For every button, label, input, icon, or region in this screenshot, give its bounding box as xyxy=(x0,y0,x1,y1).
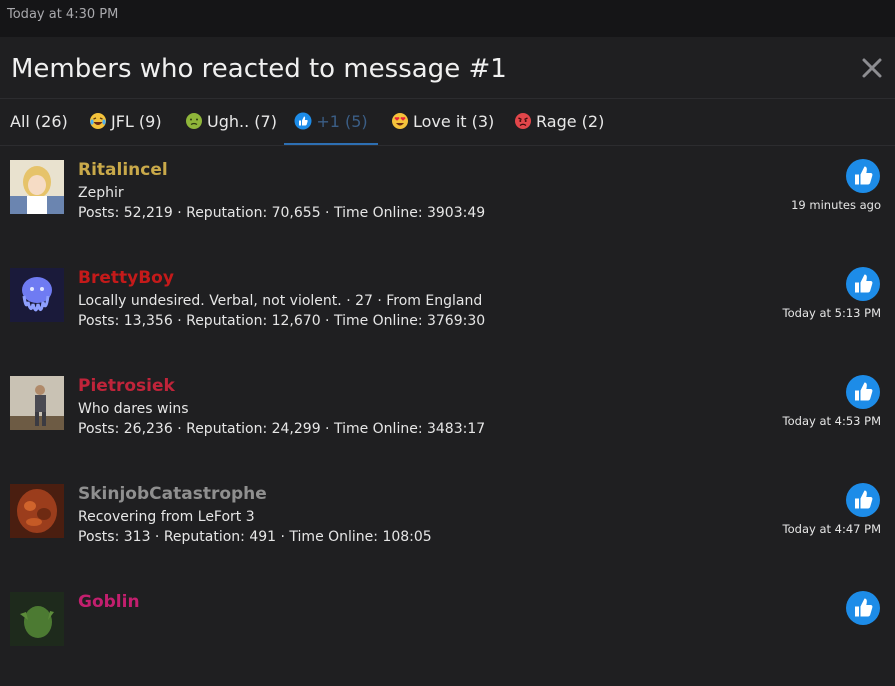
angry-emoji-icon xyxy=(515,113,531,129)
member-title: Zephir xyxy=(78,185,124,201)
reaction-time: Today at 5:13 PM xyxy=(782,306,881,320)
nauseated-emoji-icon xyxy=(186,113,202,129)
tab-label: Rage (2) xyxy=(536,112,605,131)
tab-label: All (26) xyxy=(10,112,68,131)
avatar[interactable] xyxy=(10,484,64,538)
reaction-time: 19 minutes ago xyxy=(791,198,881,212)
member-title: Locally undesired. Verbal, not violent. … xyxy=(78,293,483,309)
heart-eyes-emoji-icon xyxy=(392,113,408,129)
tab-label: JFL (9) xyxy=(111,112,162,131)
member-row: SkinjobCatastrophe Recovering from LeFor… xyxy=(0,470,895,579)
member-stats: Posts: 52,219 · Reputation: 70,655 · Tim… xyxy=(78,205,486,221)
thumbs-up-icon xyxy=(846,267,880,301)
member-name[interactable]: Pietrosiek xyxy=(78,376,175,396)
thumbs-up-icon xyxy=(846,159,880,193)
tab-rage[interactable]: Rage (2) xyxy=(514,99,604,143)
tab-love-it[interactable]: Love it (3) xyxy=(391,99,494,143)
dialog-header: Members who reacted to message #1 xyxy=(0,37,895,99)
member-stats: Posts: 313 · Reputation: 491 · Time Onli… xyxy=(78,529,432,545)
reaction-time: Today at 4:53 PM xyxy=(782,414,881,428)
member-row: Pietrosiek Who dares wins Posts: 26,236 … xyxy=(0,362,895,471)
close-icon[interactable] xyxy=(859,55,885,81)
member-title: Who dares wins xyxy=(78,401,189,417)
member-name[interactable]: SkinjobCatastrophe xyxy=(78,484,267,504)
laughing-crying-emoji-icon xyxy=(90,113,106,129)
top-bar-timestamp: Today at 4:30 PM xyxy=(7,7,119,22)
avatar[interactable] xyxy=(10,160,64,214)
member-name[interactable]: BrettyBoy xyxy=(78,268,174,288)
avatar[interactable] xyxy=(10,376,64,430)
member-row: BrettyBoy Locally undesired. Verbal, not… xyxy=(0,254,895,363)
reaction-tabs: All (26) JFL (9) Ugh.. (7) +1 (5) Love i… xyxy=(0,99,895,146)
member-name[interactable]: Goblin xyxy=(78,592,140,612)
tab-label: Love it (3) xyxy=(413,112,495,131)
dialog-title: Members who reacted to message #1 xyxy=(11,54,507,84)
member-title: Recovering from LeFort 3 xyxy=(78,509,255,525)
tab-ugh[interactable]: Ugh.. (7) xyxy=(185,99,277,143)
tab-jfl[interactable]: JFL (9) xyxy=(89,99,162,143)
thumbs-up-icon xyxy=(846,375,880,409)
tab-plus-one[interactable]: +1 (5) xyxy=(284,99,378,145)
thumbs-up-icon xyxy=(294,112,312,130)
member-row: Goblin xyxy=(0,578,895,686)
member-stats: Posts: 26,236 · Reputation: 24,299 · Tim… xyxy=(78,421,486,437)
thumbs-up-icon xyxy=(846,591,880,625)
top-bar: Today at 4:30 PM xyxy=(0,0,895,37)
thumbs-up-icon xyxy=(846,483,880,517)
avatar[interactable] xyxy=(10,268,64,322)
reaction-time: Today at 4:47 PM xyxy=(782,522,881,536)
member-stats: Posts: 13,356 · Reputation: 12,670 · Tim… xyxy=(78,313,486,329)
tab-all[interactable]: All (26) xyxy=(10,99,68,143)
avatar[interactable] xyxy=(10,592,64,646)
member-row: Ritalincel Zephir Posts: 52,219 · Reputa… xyxy=(0,146,895,255)
member-name[interactable]: Ritalincel xyxy=(78,160,168,180)
tab-label: Ugh.. (7) xyxy=(207,112,277,131)
tab-label: +1 (5) xyxy=(316,112,368,131)
